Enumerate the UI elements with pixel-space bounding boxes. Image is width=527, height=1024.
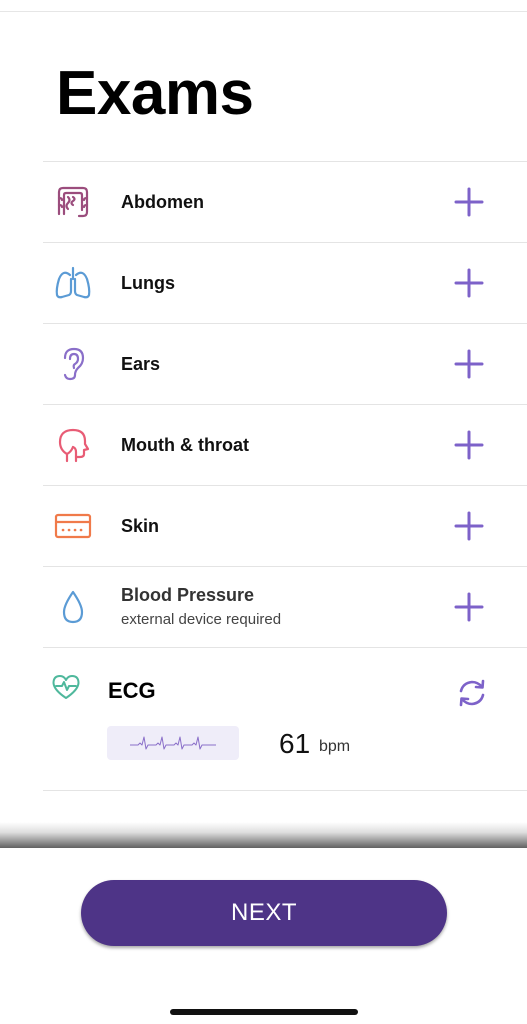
exam-label: Mouth & throat xyxy=(121,435,249,455)
add-skin-button[interactable] xyxy=(453,510,485,542)
plus-icon xyxy=(454,268,484,298)
exam-label: Lungs xyxy=(121,273,175,293)
exam-row-skin[interactable]: Skin xyxy=(43,486,527,567)
exam-row-blood-pressure[interactable]: Blood Pressure external device required xyxy=(43,567,527,648)
exam-row-ears[interactable]: Ears xyxy=(43,324,527,405)
exam-label: Abdomen xyxy=(121,192,204,212)
heart-pulse-icon xyxy=(51,674,81,705)
next-button[interactable]: NEXT xyxy=(81,880,447,946)
skin-layer-icon xyxy=(53,508,93,544)
drop-icon xyxy=(53,589,93,625)
heart-rate-value: 61 xyxy=(279,728,311,759)
add-ears-button[interactable] xyxy=(453,348,485,380)
add-mouth-throat-button[interactable] xyxy=(453,429,485,461)
exam-row-ecg: ECG 61 bpm xyxy=(43,648,527,791)
plus-icon xyxy=(454,187,484,217)
exam-row-mouth-throat[interactable]: Mouth & throat xyxy=(43,405,527,486)
exam-label: Skin xyxy=(121,516,160,536)
exam-row-lungs[interactable]: Lungs xyxy=(43,243,527,324)
plus-icon xyxy=(454,592,484,622)
lungs-icon xyxy=(53,265,93,301)
intestine-icon xyxy=(53,184,93,220)
top-divider xyxy=(0,11,527,12)
add-blood-pressure-button[interactable] xyxy=(453,591,485,623)
add-abdomen-button[interactable] xyxy=(453,186,485,218)
exam-label: Ears xyxy=(121,354,161,374)
add-lungs-button[interactable] xyxy=(453,267,485,299)
heart-rate-unit: bpm xyxy=(319,738,351,755)
home-indicator[interactable] xyxy=(170,1009,358,1015)
ecg-title: ECG xyxy=(108,678,156,703)
plus-icon xyxy=(454,349,484,379)
exam-sublabel: external device required xyxy=(121,611,282,628)
plus-icon xyxy=(454,511,484,541)
ear-icon xyxy=(53,346,93,382)
footer-shadow xyxy=(0,822,527,848)
exam-list: Abdomen Lungs Ears Mouth & throat Skin B… xyxy=(43,161,527,791)
page-title: Exams xyxy=(56,59,254,128)
refresh-icon[interactable] xyxy=(455,676,489,710)
exam-label: Blood Pressure xyxy=(121,585,255,605)
exam-row-abdomen[interactable]: Abdomen xyxy=(43,162,527,243)
head-profile-icon xyxy=(53,427,93,463)
ecg-waveform xyxy=(107,726,239,760)
plus-icon xyxy=(454,430,484,460)
